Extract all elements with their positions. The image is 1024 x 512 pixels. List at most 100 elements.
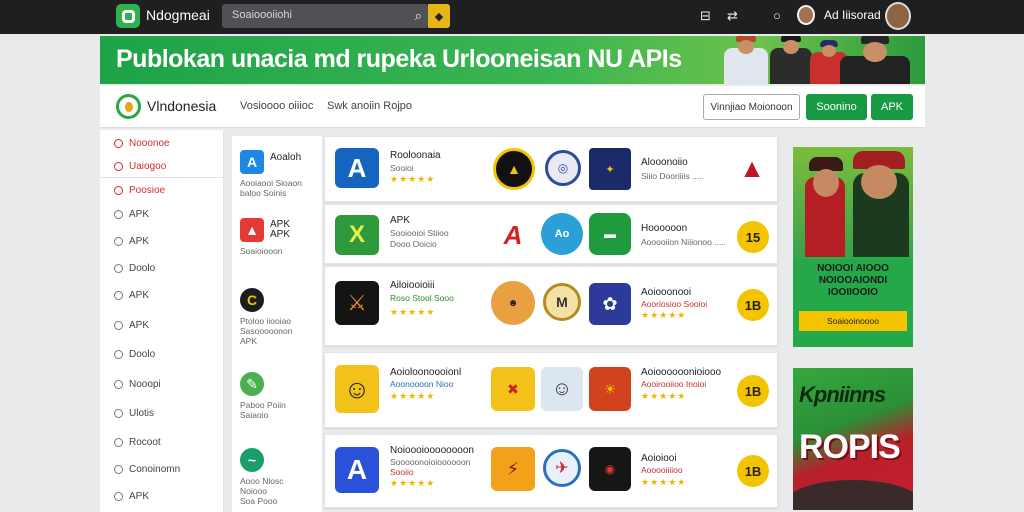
officer-avatar-icon[interactable]: ☺: [541, 367, 583, 411]
app-name[interactable]: APK: [390, 215, 410, 226]
logo-icon[interactable]: A: [491, 215, 535, 255]
ad-subtitle: ROPIS: [799, 428, 901, 466]
dot-icon: [114, 264, 123, 273]
app-logo-icon[interactable]: [116, 4, 140, 28]
sidebar-item[interactable]: Nooopi: [114, 379, 161, 390]
game-logo-icon[interactable]: ◉: [589, 447, 631, 491]
briefcase-icon[interactable]: ⊟: [700, 8, 711, 24]
app-row[interactable]: A Rooloonaia Sooioi ★★★★★ ▲ ◎ ✦ Alooonoi…: [324, 136, 778, 202]
badge-logo-icon[interactable]: ◎: [545, 150, 581, 186]
nav-link[interactable]: Swk anoiin Rojpo: [327, 100, 412, 112]
dot-icon: [114, 186, 123, 195]
app-row[interactable]: ⚔ Ailoiooioiii Roso Stool Sooo ★★★★★ ☻ M…: [324, 266, 778, 346]
apk-button[interactable]: APK: [871, 94, 913, 120]
rating-stars: ★★★★★: [390, 391, 436, 401]
ad-footer[interactable]: Soaiooinoooo: [799, 311, 907, 331]
ad-banner-officers[interactable]: NOIOOI AIOOO NOIOOAIONDI IOOIIOOIO Soaio…: [793, 147, 913, 347]
app-sub: Sooiio: [390, 467, 414, 477]
right-app-name[interactable]: Aoiooonooi: [641, 287, 691, 298]
category-item[interactable]: C Ptoloo iiooiao Sasooooonon APK: [240, 288, 292, 346]
category-icon: ▲: [240, 218, 264, 242]
app-icon[interactable]: A: [335, 447, 379, 493]
triangle-logo-icon[interactable]: ▲: [735, 153, 769, 183]
game-logo-icon[interactable]: ⚡: [491, 447, 535, 491]
dot-icon: [114, 350, 123, 359]
nav-link[interactable]: Vosioooo oiiioc: [240, 100, 313, 112]
app-sub: Sooooonoioioooooon: [390, 457, 471, 467]
right-app-sub: Aooooiiiioo: [641, 465, 683, 475]
sidebar-item[interactable]: Doolo: [114, 349, 155, 360]
sidebar-item[interactable]: APK: [114, 290, 149, 301]
sidebar-item[interactable]: APK: [114, 236, 149, 247]
app-row[interactable]: X APK Sooiooioi Stiioo Dooo Ooicio A Ao …: [324, 204, 778, 264]
right-app-name[interactable]: Aoioiooi: [641, 453, 677, 464]
outline-button[interactable]: Vinnjiao Moionoon: [703, 94, 800, 120]
sidebar-item[interactable]: Rocoot: [114, 437, 161, 448]
profile-avatar[interactable]: [885, 2, 911, 30]
green-button[interactable]: Soonino: [806, 94, 867, 120]
app-icon[interactable]: ☺: [335, 365, 379, 413]
sidebar-item[interactable]: Uaiogoo: [114, 161, 166, 172]
app-sub: Aoonoooon Nioo: [390, 379, 454, 389]
game-logo-icon[interactable]: ☻: [491, 281, 535, 325]
category-title: Aoaloh: [270, 152, 302, 163]
sidebar-item[interactable]: Conoinomn: [114, 464, 180, 475]
right-app-name[interactable]: Hoooooon: [641, 223, 687, 234]
category-item[interactable]: ~ Aooo Nlosc Noiooo Soa Pooo: [240, 448, 283, 506]
right-app-name[interactable]: Aoioooooonioiooo: [641, 367, 721, 378]
rating-badge: 1B: [737, 289, 769, 321]
sidebar-item[interactable]: Ulotis: [114, 408, 154, 419]
site-logo-icon[interactable]: [116, 94, 141, 119]
hero-banner[interactable]: Publokan unacia md rupeka Urlooneisan NU…: [100, 36, 925, 84]
category-icon: ✎: [240, 372, 264, 396]
app-icon[interactable]: ⚔: [335, 281, 379, 325]
app-icon[interactable]: X: [335, 215, 379, 255]
search-button[interactable]: ◆: [428, 4, 450, 28]
notification-icon[interactable]: ○: [773, 8, 781, 23]
game-logo-icon[interactable]: ☀: [589, 367, 631, 411]
category-item[interactable]: ▲ APK APK Soaioiooon: [240, 218, 290, 256]
sidebar-item[interactable]: APK: [114, 209, 149, 220]
dot-icon: [114, 409, 123, 418]
compass-icon[interactable]: ✈: [543, 449, 581, 487]
category-item[interactable]: ✎ Paboo Poiin Saiaoio: [240, 372, 286, 420]
site-name[interactable]: Vlndonesia: [147, 98, 216, 114]
sidebar: Nooonoe Uaiogoo Poosioe APK APK Doolo AP…: [100, 130, 224, 512]
rating-badge: 1B: [737, 455, 769, 487]
divider: [100, 177, 224, 178]
search-icon[interactable]: ⌕: [415, 8, 422, 24]
sidebar-item[interactable]: Nooonoe: [114, 138, 170, 149]
app-logo-icon[interactable]: ✿: [589, 283, 631, 325]
app-sub: Sooioi: [390, 163, 414, 173]
game-logo-icon[interactable]: ▲: [493, 148, 535, 190]
rating-stars: ★★★★★: [641, 310, 687, 320]
app-row[interactable]: ☺ Aoioloonoooionl Aoonoooon Nioo ★★★★★ ✖…: [324, 352, 778, 428]
sidebar-item[interactable]: APK: [114, 320, 149, 331]
ad-banner-ropis[interactable]: Kpniinns ROPIS: [793, 368, 913, 510]
banner-title: Publokan unacia md rupeka Urlooneisan NU…: [116, 45, 682, 73]
shuffle-icon[interactable]: ⇄: [727, 8, 738, 24]
badge-logo-icon[interactable]: M: [543, 283, 581, 321]
app-name[interactable]: Aoioloonoooionl: [390, 367, 461, 378]
app-row[interactable]: A Noioooioooooooon Sooooonoioioooooon So…: [324, 434, 778, 508]
app-logo-icon[interactable]: Ao: [541, 213, 583, 255]
user-name[interactable]: Ad Iiisorad: [824, 8, 881, 22]
sidebar-item[interactable]: Poosioe: [114, 185, 165, 196]
brand-name[interactable]: Ndogmeai: [146, 7, 210, 23]
sidebar-item[interactable]: APK: [114, 491, 149, 502]
dot-icon: [114, 210, 123, 219]
game-logo-icon[interactable]: ▬: [589, 213, 631, 255]
right-app-name[interactable]: Alooonoiio: [641, 157, 688, 168]
app-name[interactable]: Noioooioooooooon: [390, 445, 474, 456]
app-name[interactable]: Ailoiooioiii: [390, 280, 434, 291]
search-input[interactable]: Soaioooiiohi ⌕: [222, 4, 428, 28]
app-icon[interactable]: A: [335, 148, 379, 188]
game-logo-icon[interactable]: ✦: [589, 148, 631, 190]
dot-icon: [114, 321, 123, 330]
game-logo-icon[interactable]: ✖: [491, 367, 535, 411]
app-name[interactable]: Rooloonaia: [390, 150, 441, 161]
category-item[interactable]: A Aoaloh Aooiaooi Sioaon baloo Soinis: [240, 150, 302, 198]
avatar[interactable]: [797, 5, 815, 25]
sidebar-item[interactable]: Doolo: [114, 263, 155, 274]
search-text: Soaioooiiohi: [232, 9, 292, 21]
